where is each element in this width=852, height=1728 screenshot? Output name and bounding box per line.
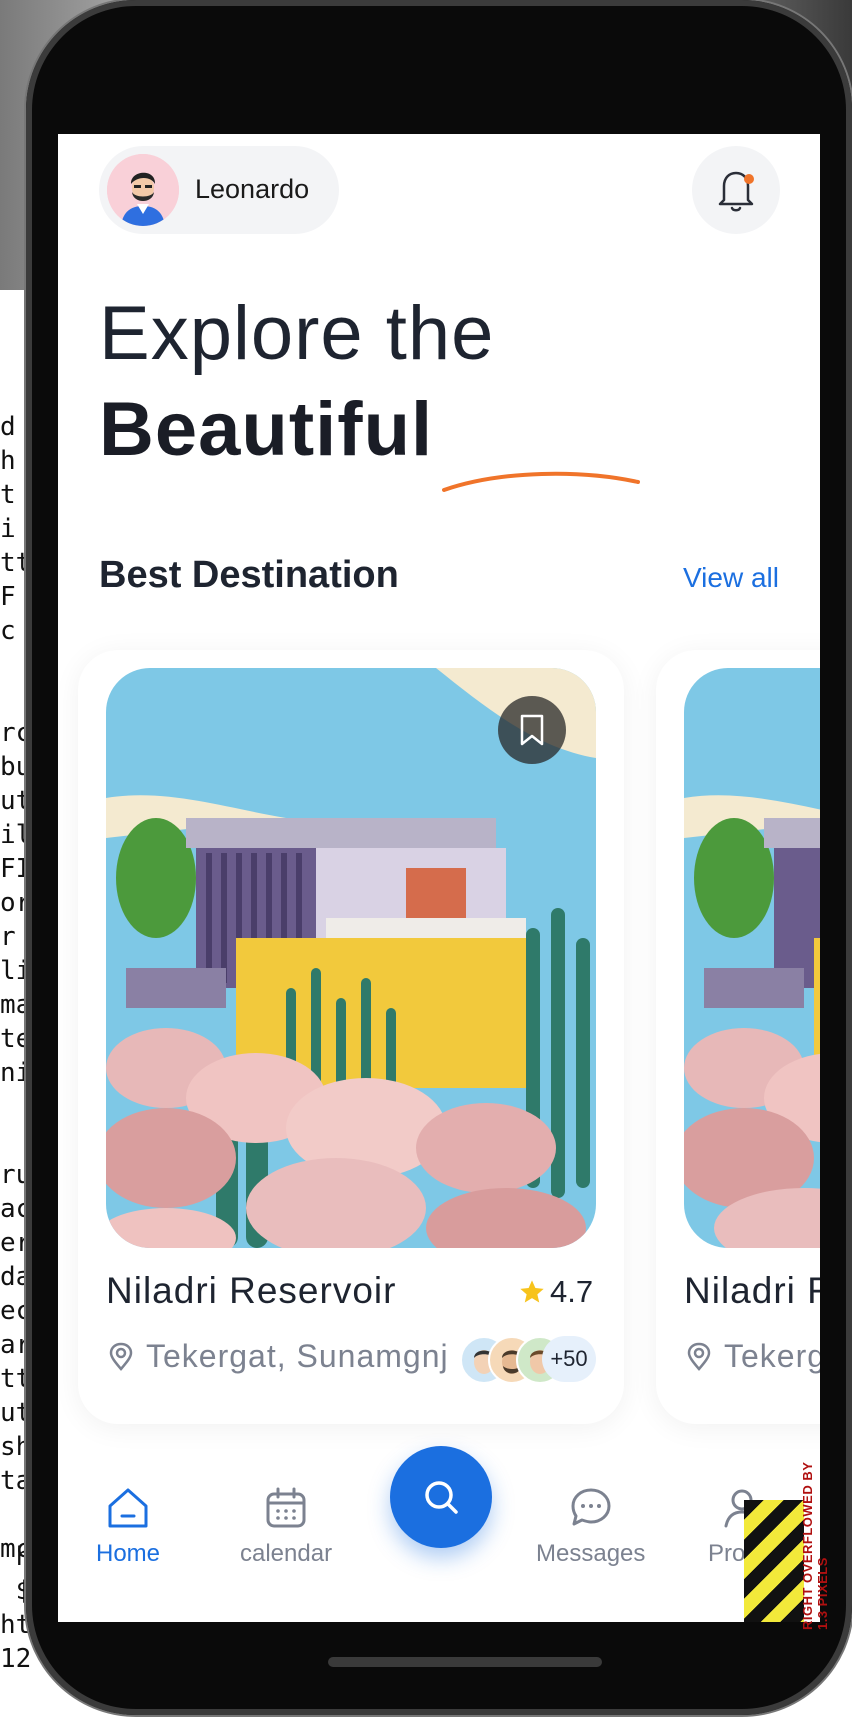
location-pin-icon bbox=[109, 1342, 133, 1371]
bell-icon bbox=[718, 171, 754, 212]
destination-title: Niladri Reservoir bbox=[684, 1270, 820, 1311]
location-pin-icon bbox=[687, 1342, 711, 1371]
destination-location: Tekergat, Sunamgnj bbox=[684, 1338, 820, 1375]
view-all-link[interactable]: View all bbox=[683, 562, 779, 594]
visitor-avatars: +50 bbox=[460, 1336, 600, 1384]
hero-heading-line2: Beautiful bbox=[99, 387, 434, 472]
chat-bubble-icon bbox=[571, 1488, 611, 1526]
tab-calendar-label: calendar bbox=[240, 1540, 333, 1567]
section-title: Best Destination bbox=[99, 554, 399, 596]
user-profile-chip[interactable]: Leonardo bbox=[99, 146, 339, 234]
heading-underline-swoosh bbox=[442, 471, 640, 492]
tab-messages-label: Messages bbox=[536, 1540, 646, 1567]
tab-calendar[interactable]: calendar bbox=[240, 1484, 332, 1568]
user-name: Leonardo bbox=[195, 174, 310, 204]
star-icon bbox=[520, 1280, 544, 1303]
tab-home-label: Home bbox=[96, 1540, 161, 1567]
home-icon bbox=[108, 1488, 148, 1528]
overflow-warning-stripe bbox=[744, 1500, 804, 1622]
rating: 4.7 bbox=[518, 1274, 593, 1310]
tab-messages[interactable]: Messages bbox=[536, 1484, 645, 1568]
destination-image bbox=[684, 668, 820, 1248]
rating-value: 4.7 bbox=[550, 1274, 594, 1309]
tab-home[interactable]: Home bbox=[96, 1484, 160, 1568]
overflow-warning-text: RIGHT OVERFLOWED BY 1.3 PIXELS bbox=[800, 1461, 830, 1630]
visitor-count-badge: +50 bbox=[542, 1336, 596, 1382]
search-button[interactable] bbox=[390, 1446, 492, 1548]
bookmark-icon bbox=[520, 714, 544, 746]
hero-heading-line1: Explore the bbox=[99, 291, 495, 376]
location-text: Tekergat, Sunamgnj bbox=[724, 1338, 820, 1374]
destination-title: Niladri Reservoir bbox=[106, 1270, 397, 1311]
bookmark-button[interactable] bbox=[498, 696, 566, 764]
destination-card[interactable]: Niladri Reservoir 4.7 Tekergat, Sunamgnj bbox=[78, 650, 624, 1424]
destination-location: Tekergat, Sunamgnj bbox=[106, 1338, 449, 1375]
bottom-tab-bar: Home calendar Messages Profile bbox=[58, 1446, 820, 1622]
home-indicator[interactable] bbox=[328, 1657, 602, 1667]
destination-card[interactable]: Niladri Reservoir Tekergat, Sunamgnj bbox=[656, 650, 820, 1424]
calendar-icon bbox=[266, 1487, 306, 1528]
app-screen: Leonardo Explore the Beautiful Best Dest… bbox=[58, 134, 820, 1622]
location-text: Tekergat, Sunamgnj bbox=[146, 1338, 449, 1374]
search-icon bbox=[425, 1481, 458, 1514]
destination-image bbox=[106, 668, 596, 1248]
avatar bbox=[107, 154, 179, 226]
notification-button[interactable] bbox=[692, 146, 780, 234]
notification-dot bbox=[744, 174, 754, 184]
